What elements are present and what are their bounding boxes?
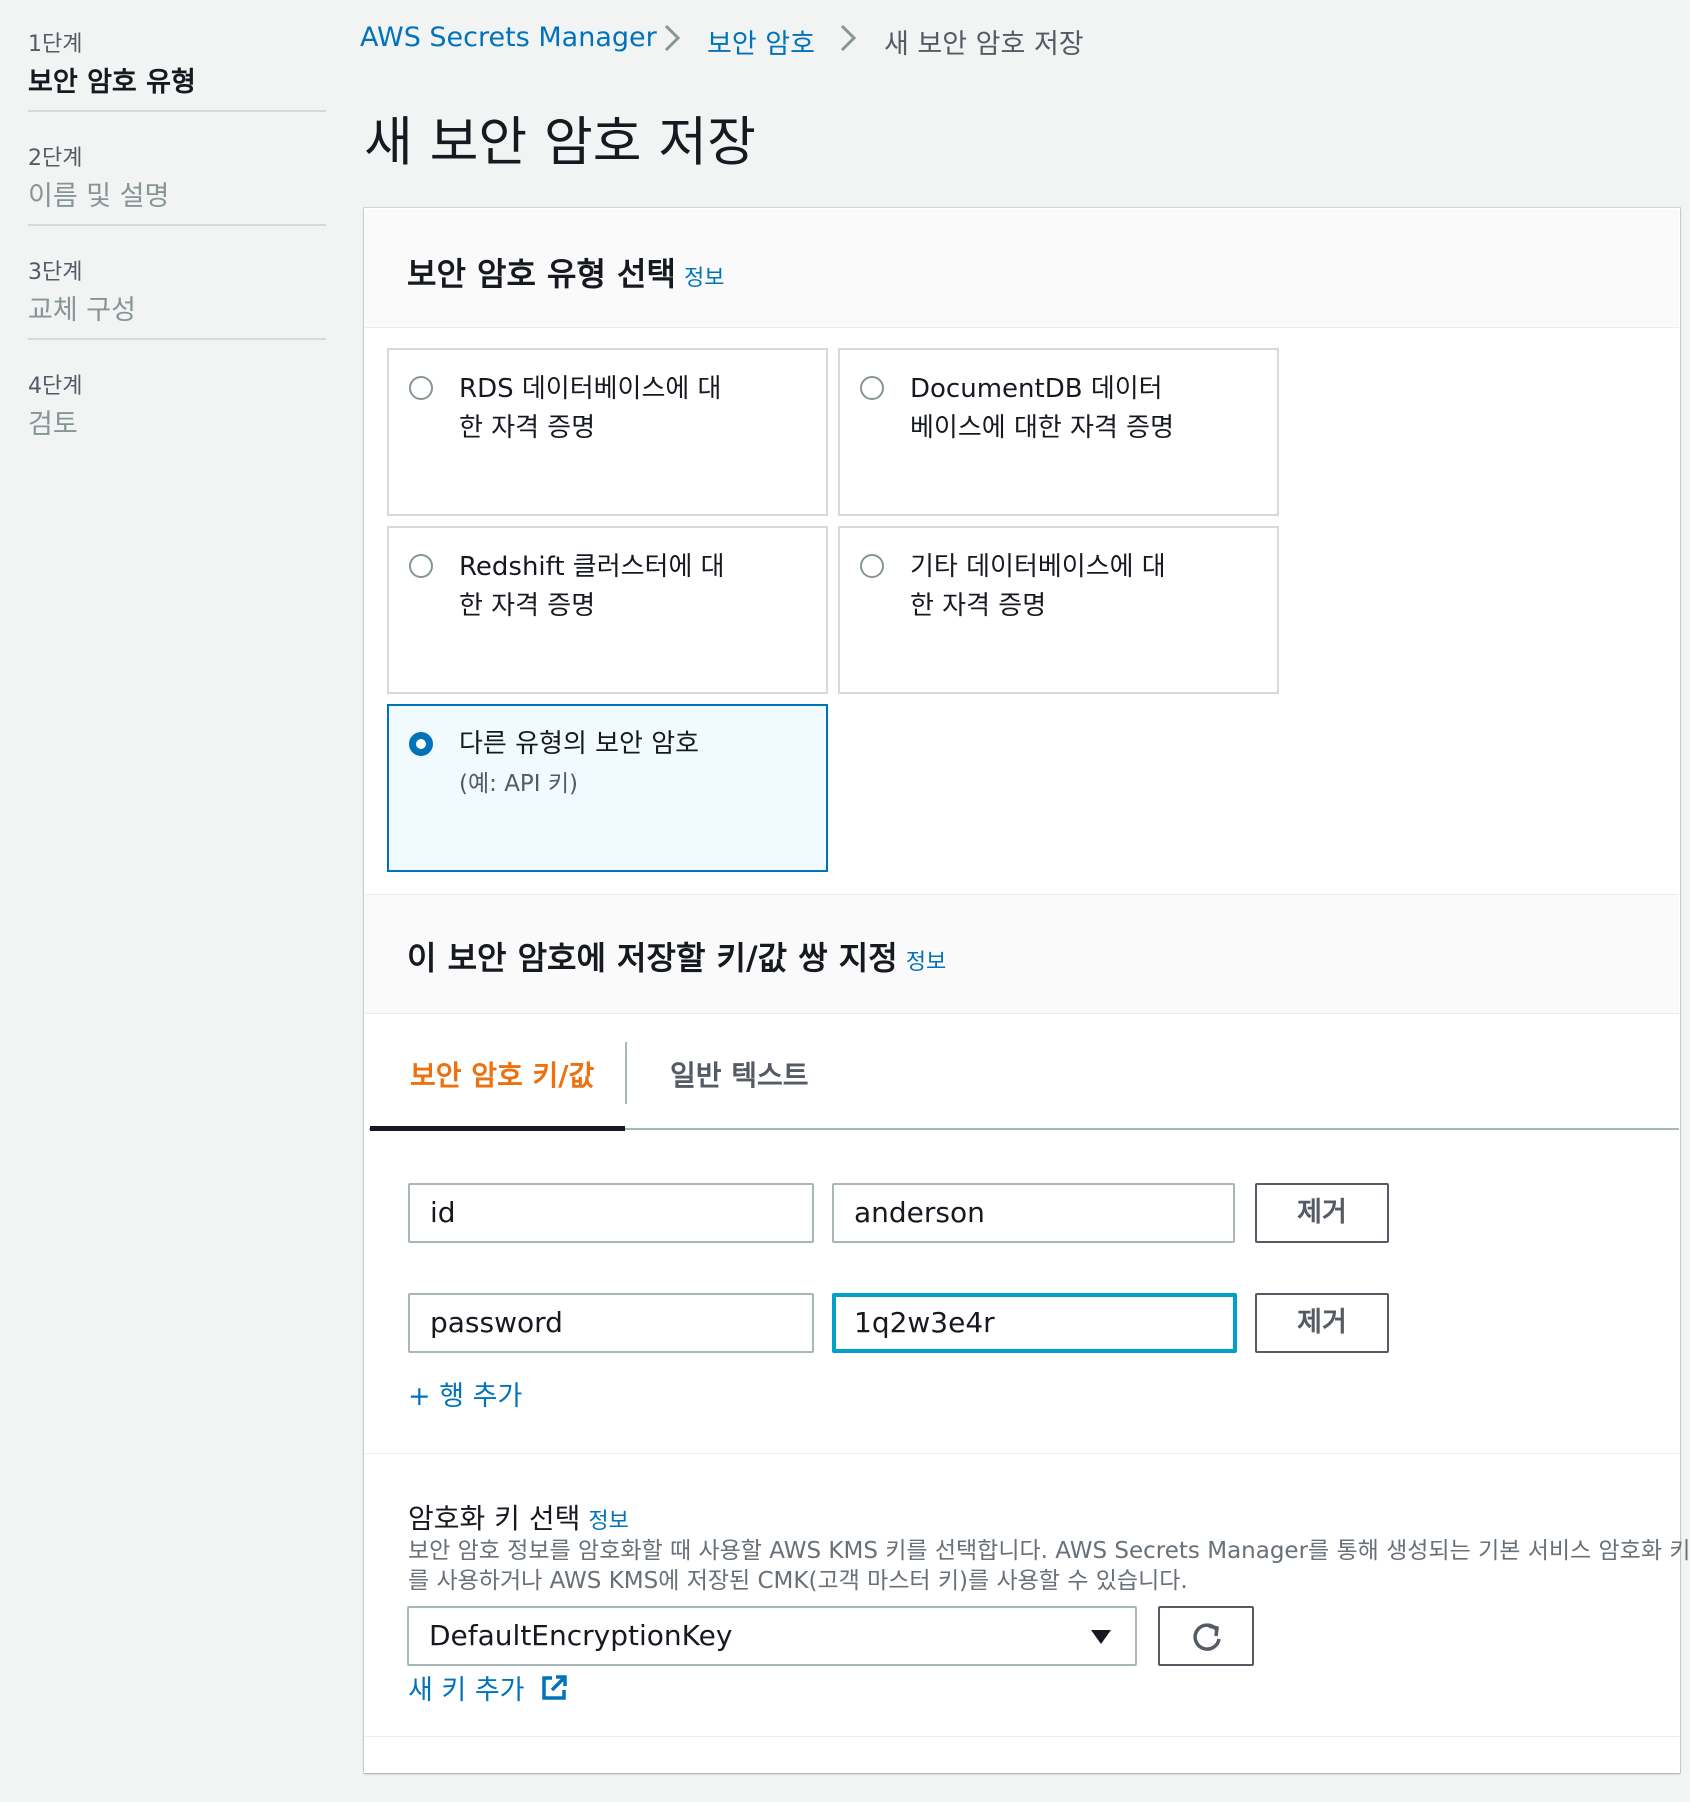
option-label: 한 자격 증명 (459, 413, 596, 443)
step-4-number: 4단계 (28, 374, 83, 399)
step-2-number: 2단계 (28, 146, 83, 171)
option-label: DocumentDB 데이터 (910, 374, 1163, 404)
breadcrumb-secrets-manager[interactable]: AWS Secrets Manager (360, 22, 657, 53)
encryption-description-line2: 를 사용하거나 AWS KMS에 저장된 CMK(고객 마스터 키)를 사용할 … (408, 1568, 1188, 1594)
value-input[interactable]: anderson (832, 1183, 1235, 1243)
step-divider (28, 224, 326, 226)
option-label: 다른 유형의 보안 암호 (459, 729, 700, 759)
active-tab-indicator (370, 1126, 625, 1131)
step-1-number: 1단계 (28, 32, 83, 57)
chevron-right-icon (840, 24, 857, 52)
add-row-link[interactable]: + 행 추가 (408, 1374, 522, 1413)
option-documentdb[interactable]: DocumentDB 데이터베이스에 대한 자격 증명 (838, 348, 1279, 516)
kv-info-link[interactable]: 정보 (906, 950, 946, 975)
radio-icon[interactable] (860, 376, 884, 400)
step-3-title[interactable]: 교체 구성 (28, 288, 136, 327)
step-divider (28, 110, 326, 112)
tab-separator (625, 1042, 627, 1104)
step-1-title: 보안 암호 유형 (28, 67, 196, 98)
secret-type-header: 보안 암호 유형 선택 정보 (365, 209, 1679, 328)
radio-icon[interactable] (860, 554, 884, 578)
page-title: 새 보안 암호 저장 (364, 112, 756, 173)
option-other-secret[interactable]: 다른 유형의 보안 암호 (예: API 키) (387, 704, 828, 872)
external-link-icon (542, 1675, 567, 1700)
step-divider (28, 338, 326, 340)
encryption-key-select[interactable]: DefaultEncryptionKey (407, 1606, 1137, 1666)
refresh-button[interactable] (1158, 1606, 1254, 1666)
step-2-title[interactable]: 이름 및 설명 (28, 174, 169, 213)
kv-header: 이 보안 암호에 저장할 키/값 쌍 지정 정보 (365, 894, 1679, 1014)
refresh-icon (1193, 1623, 1221, 1651)
chevron-right-icon (664, 24, 681, 52)
section-divider (365, 1453, 1679, 1454)
option-redshift[interactable]: Redshift 클러스터에 대한 자격 증명 (387, 526, 828, 694)
tab-secret-key-value[interactable]: 보안 암호 키/값 (410, 1054, 594, 1094)
option-other-database[interactable]: 기타 데이터베이스에 대한 자격 증명 (838, 526, 1279, 694)
radio-icon[interactable] (409, 376, 433, 400)
option-label: 기타 데이터베이스에 대 (910, 552, 1166, 582)
section-divider (365, 1736, 1679, 1737)
encryption-description-line1: 보안 암호 정보를 암호화할 때 사용할 AWS KMS 키를 선택합니다. A… (408, 1538, 1690, 1564)
encryption-label: 암호화 키 선택 (408, 1502, 581, 1535)
secret-type-title: 보안 암호 유형 선택 (407, 255, 676, 293)
tab-plaintext[interactable]: 일반 텍스트 (670, 1054, 809, 1094)
option-rds[interactable]: RDS 데이터베이스에 대한 자격 증명 (387, 348, 828, 516)
value-input[interactable]: 1q2w3e4r (832, 1293, 1237, 1353)
option-label: RDS 데이터베이스에 대 (459, 374, 722, 404)
encryption-info-link[interactable]: 정보 (588, 1509, 628, 1534)
option-label: 한 자격 증명 (459, 591, 596, 621)
option-label: 한 자격 증명 (910, 591, 1047, 621)
step-3-number: 3단계 (28, 260, 83, 285)
option-label: Redshift 클러스터에 대 (459, 552, 725, 582)
remove-row-button[interactable]: 제거 (1255, 1183, 1389, 1243)
radio-icon[interactable] (409, 554, 433, 578)
key-input[interactable]: id (408, 1183, 814, 1243)
key-input[interactable]: password (408, 1293, 814, 1353)
breadcrumb-current: 새 보안 암호 저장 (884, 29, 1084, 60)
add-new-key-link[interactable]: 새 키 추가 (408, 1668, 569, 1707)
add-new-key-label: 새 키 추가 (408, 1675, 525, 1706)
option-sublabel: (예: API 키) (459, 771, 579, 797)
kv-title: 이 보안 암호에 저장할 키/값 쌍 지정 (407, 939, 898, 977)
caret-down-icon (1091, 1630, 1111, 1644)
encryption-key-selected-value: DefaultEncryptionKey (429, 1619, 733, 1652)
secret-type-info-link[interactable]: 정보 (684, 266, 724, 291)
remove-row-button[interactable]: 제거 (1255, 1293, 1389, 1353)
option-label: 베이스에 대한 자격 증명 (910, 413, 1174, 443)
breadcrumb-secrets[interactable]: 보안 암호 (707, 22, 815, 61)
step-4-title[interactable]: 검토 (28, 402, 78, 441)
radio-checked-icon[interactable] (409, 732, 433, 756)
